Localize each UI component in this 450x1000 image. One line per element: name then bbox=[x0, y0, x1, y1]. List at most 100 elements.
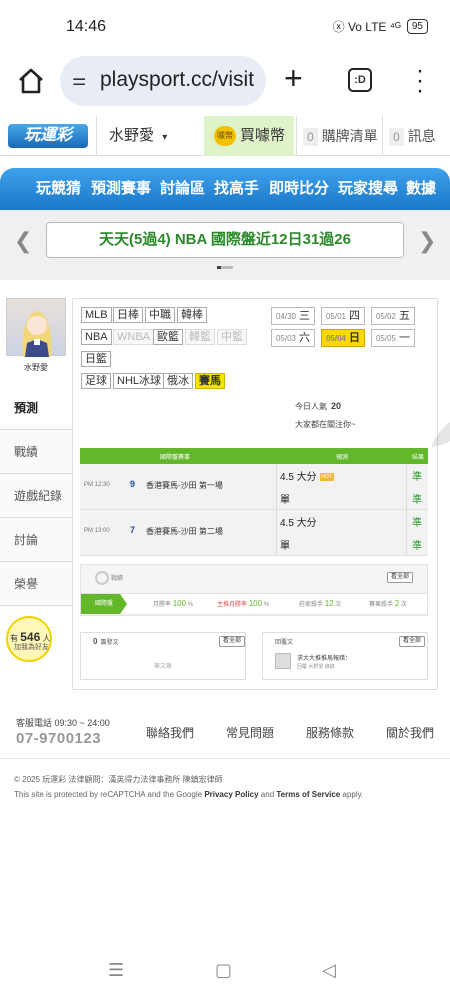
sidebar-item-honor[interactable]: 榮譽 bbox=[0, 562, 72, 606]
table-row[interactable]: PM 12:30 9 香港賽馬-沙田 第一場 4.5 大分 HOT 單 準 準 bbox=[80, 464, 428, 510]
reply-avatar bbox=[275, 653, 291, 669]
league-tag[interactable]: 韓棒 bbox=[177, 307, 207, 323]
stat-unit: % bbox=[187, 602, 194, 608]
league-tag[interactable]: 中職 bbox=[145, 307, 175, 323]
date-tab[interactable]: 05/02 五 bbox=[371, 307, 415, 325]
chevron-down-icon: ▾ bbox=[162, 132, 168, 143]
footer-link-about[interactable]: 關於我們 bbox=[386, 724, 434, 741]
back-icon[interactable]: ◁ bbox=[322, 960, 336, 981]
league-tag[interactable]: WNBA bbox=[113, 329, 154, 345]
result-badge: 準 bbox=[412, 541, 422, 552]
footer-link-faq[interactable]: 常見問題 bbox=[226, 724, 274, 741]
user-dropdown[interactable]: 水野愛 ▾ bbox=[96, 116, 204, 156]
league-tag[interactable]: 韓籃 bbox=[185, 329, 215, 345]
nav-forum[interactable]: 討論區 bbox=[160, 168, 205, 210]
sidebar-item-game-log[interactable]: 遊戲紀錄 bbox=[0, 474, 72, 518]
sidebar-item-discussion[interactable]: 討論 bbox=[0, 518, 72, 562]
table-row[interactable]: PM 13:00 7 香港賽馬-沙田 第二場 4.5 大分 單 準 準 bbox=[80, 510, 428, 556]
stat-label: 月勝率 bbox=[153, 602, 172, 608]
empty-state: 無文章 bbox=[153, 664, 172, 670]
date-tab-selected[interactable]: 05/04 日 bbox=[321, 329, 365, 347]
date-wd: 一 bbox=[399, 332, 411, 344]
captcha-and: and bbox=[258, 790, 277, 799]
fans-badge[interactable]: 有 546 人 加我為好友 bbox=[6, 616, 56, 676]
chevron-right-icon[interactable]: ❯ bbox=[418, 228, 436, 254]
stat-unit: 次 bbox=[335, 602, 342, 608]
popularity-label: 今日人氣 bbox=[295, 402, 327, 411]
league-tag[interactable]: 足球 bbox=[81, 373, 111, 389]
tab-intl[interactable]: 國際盤 bbox=[81, 594, 127, 614]
nav-play-guess[interactable]: 玩競猜 bbox=[36, 168, 81, 210]
home-icon[interactable] bbox=[16, 66, 46, 96]
coin-icon: 噱幣 bbox=[214, 126, 236, 146]
col-header: 預測 bbox=[336, 455, 349, 461]
tab-switcher-button[interactable]: :D bbox=[348, 68, 372, 92]
nav-data[interactable]: 數據 bbox=[406, 168, 436, 210]
stat-label: 賽果殺手 bbox=[369, 602, 394, 608]
copyright: © 2025 玩運彩 法律顧問：漢英得力法律事務所 陳鎮宏律師 bbox=[14, 775, 223, 784]
nav-live-score[interactable]: 即時比分 bbox=[269, 168, 329, 210]
league-tag[interactable]: 歐籃 bbox=[153, 329, 183, 345]
view-all-button[interactable]: 看全部 bbox=[399, 636, 426, 647]
league-tag[interactable]: 俄冰 bbox=[163, 373, 193, 389]
league-tag[interactable]: 日籃 bbox=[81, 351, 111, 367]
game-time: PM 12:30 bbox=[84, 482, 110, 488]
url-text[interactable]: playsport.cc/visit bbox=[100, 68, 254, 92]
buy-coin-button[interactable]: 噱幣 買噱幣 bbox=[204, 116, 294, 156]
articles-label: 篇發文 bbox=[100, 640, 119, 646]
profile-body: 水野愛 預測 戰績 遊戲紀錄 討論 榮譽 有 546 人 加我為好友 MLB 日… bbox=[0, 280, 450, 700]
messages-link[interactable]: 0 訊息 bbox=[382, 116, 450, 156]
stat-bookie-killer: 莊家殺手 12 次 bbox=[299, 594, 341, 614]
date-tab[interactable]: 04/30 三 bbox=[271, 307, 315, 325]
date-tab[interactable]: 05/05 一 bbox=[371, 329, 415, 347]
site-footer: 客服電話 09:30 ~ 24:00 07-9700123 聯絡我們 常見問題 … bbox=[0, 702, 450, 942]
cart-link[interactable]: 0 購牌清單 bbox=[296, 116, 382, 156]
game-name: 香港賽馬-沙田 第一場 bbox=[146, 481, 223, 490]
reply-title[interactable]: 求大大推推馬報錯： bbox=[297, 653, 351, 662]
msg-count: 0 bbox=[389, 128, 404, 146]
hotline-number[interactable]: 07-9700123 bbox=[16, 730, 101, 747]
system-nav-bar: ☰ ▢ ◁ bbox=[0, 944, 450, 1000]
spiral-icon bbox=[95, 571, 109, 585]
date-md: 04/30 bbox=[275, 312, 296, 321]
avatar[interactable] bbox=[6, 298, 66, 357]
view-all-button[interactable]: 看全部 bbox=[219, 636, 245, 647]
signal-icon: ⓧ Vo LTE ⁴ᴳ bbox=[332, 20, 401, 34]
site-settings-icon[interactable]: ⚌ bbox=[72, 70, 86, 90]
date-tab[interactable]: 05/03 六 bbox=[271, 329, 315, 347]
terms-link[interactable]: Terms of Service bbox=[276, 790, 340, 799]
privacy-link[interactable]: Privacy Policy bbox=[204, 790, 258, 799]
home-button-icon[interactable]: ▢ bbox=[215, 960, 232, 981]
user-name: 水野愛 bbox=[109, 127, 155, 144]
sidebar-item-predict[interactable]: 預測 bbox=[0, 386, 76, 430]
address-bar[interactable]: ⚌ playsport.cc/visit bbox=[60, 56, 266, 106]
league-tag-selected[interactable]: 賽馬 bbox=[195, 373, 225, 389]
recents-icon[interactable]: ☰ bbox=[108, 960, 124, 981]
date-md: 05/04 bbox=[325, 334, 346, 343]
date-wd: 六 bbox=[299, 332, 311, 344]
result-badge: 準 bbox=[412, 518, 422, 529]
record-summary: 戰績 看全部 國際盤 月勝率 100 % 主推月勝率 100 % 莊家殺手 12… bbox=[80, 564, 428, 616]
footer-link-contact[interactable]: 聯絡我們 bbox=[146, 724, 194, 741]
reply-sub: 回覆 水野愛 錄錄 bbox=[297, 664, 335, 670]
nav-player-search[interactable]: 玩家搜尋 bbox=[338, 168, 398, 210]
nav-predict[interactable]: 預測賽事 bbox=[91, 168, 151, 210]
date-md: 05/02 bbox=[375, 312, 396, 321]
chevron-left-icon[interactable]: ❮ bbox=[14, 228, 32, 254]
league-tag[interactable]: 日棒 bbox=[113, 307, 143, 323]
new-tab-icon[interactable]: + bbox=[284, 60, 303, 97]
decoration-icon bbox=[431, 422, 450, 447]
league-tag[interactable]: NBA bbox=[81, 329, 112, 345]
league-tag[interactable]: MLB bbox=[81, 307, 112, 323]
view-all-button[interactable]: 看全部 bbox=[387, 572, 414, 583]
nav-find-expert[interactable]: 找高手 bbox=[214, 168, 259, 210]
announcement-text[interactable]: 天天(5過4) NBA 國際盤近12日31過26 bbox=[46, 222, 404, 258]
sidebar-item-record[interactable]: 戰績 bbox=[0, 430, 72, 474]
date-tab[interactable]: 05/01 四 bbox=[321, 307, 365, 325]
league-tag[interactable]: NHL冰球 bbox=[113, 373, 166, 389]
site-logo[interactable]: 玩運彩 bbox=[8, 124, 88, 148]
league-tag[interactable]: 中籃 bbox=[217, 329, 247, 345]
footer-link-terms[interactable]: 服務條款 bbox=[306, 724, 354, 741]
carousel-dots bbox=[217, 266, 233, 269]
menu-icon[interactable]: · · · bbox=[416, 59, 424, 103]
